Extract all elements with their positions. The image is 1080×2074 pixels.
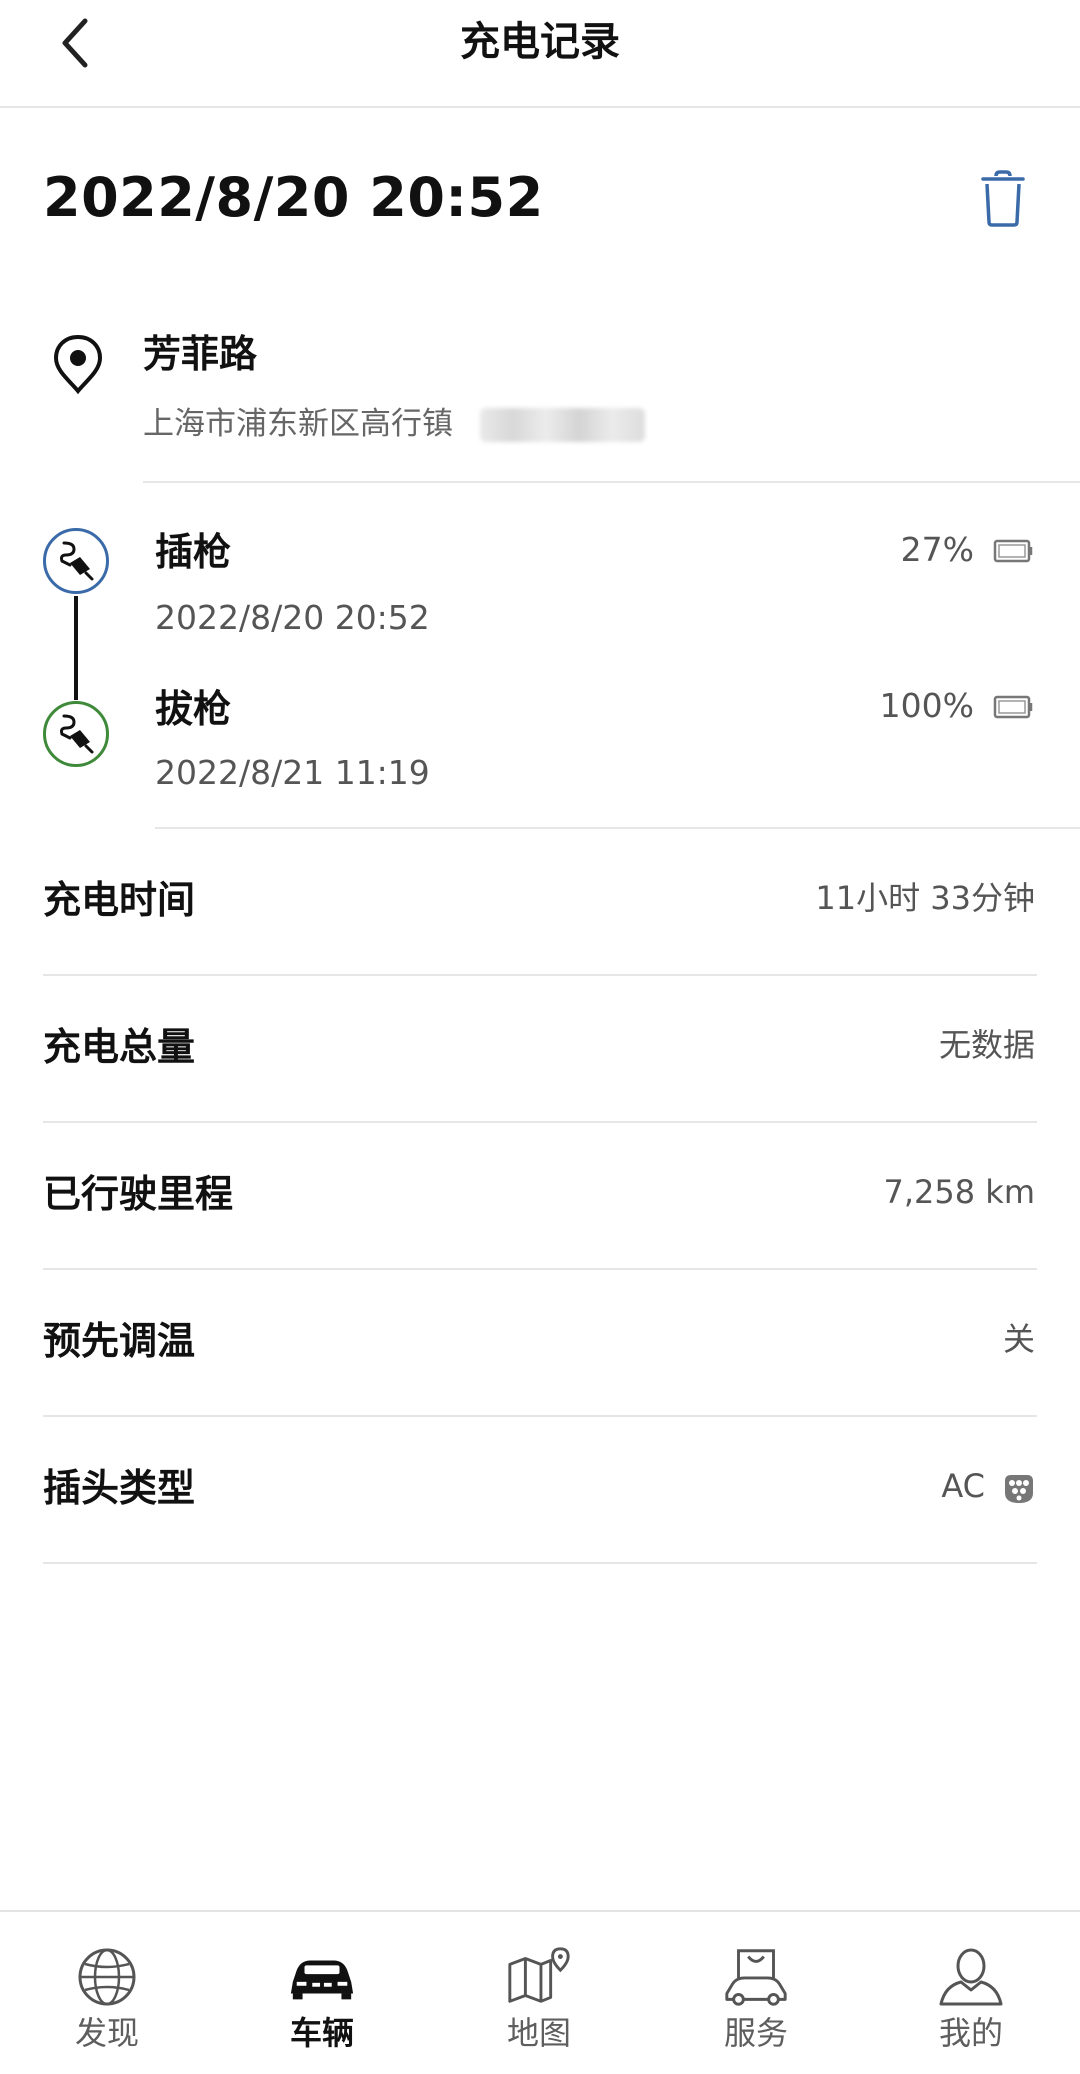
tab-service[interactable]: 服务 <box>686 1944 826 2068</box>
detail-row-charging-duration: 充电时间 11小时 33分钟 <box>43 829 1037 976</box>
detail-row-mileage: 已行驶里程 7,258 km <box>43 1123 1037 1270</box>
detail-label: 充电时间 <box>43 878 196 922</box>
delete-button[interactable] <box>970 166 1036 232</box>
plug-out-time: 2022/8/21 11:19 <box>155 753 430 792</box>
page-title: 充电记录 <box>460 19 620 65</box>
tab-label: 发现 <box>74 2014 139 2052</box>
bottom-tab-bar: 发现 车辆 地图 服务 我的 <box>0 1910 1080 2074</box>
detail-value: 11小时 33分钟 <box>815 879 1035 917</box>
plug-in-time: 2022/8/20 20:52 <box>155 598 430 637</box>
detail-label: 预先调温 <box>43 1319 196 1363</box>
divider <box>143 481 1080 483</box>
plug-out-icon <box>43 701 109 767</box>
detail-label: 已行驶里程 <box>43 1172 234 1216</box>
profile-icon <box>939 1948 1003 2006</box>
tab-label: 地图 <box>506 2014 571 2052</box>
plug-in-label: 插枪 <box>155 530 232 574</box>
detail-row-plug-type: 插头类型 AC <box>43 1417 1037 1564</box>
detail-value: 关 <box>1002 1320 1035 1358</box>
record-datetime: 2022/8/20 20:52 <box>43 166 544 229</box>
car-icon <box>290 1960 354 2000</box>
battery-icon <box>993 695 1033 719</box>
tab-discover[interactable]: 发现 <box>37 1944 177 2068</box>
detail-label: 充电总量 <box>43 1025 196 1069</box>
charging-record-page: 充电记录 2022/8/20 20:52 芳菲路 上海市浦东新区高行镇 插枪 2… <box>0 0 1080 2074</box>
detail-row-preconditioning: 预先调温 关 <box>43 1270 1037 1417</box>
tab-label: 服务 <box>723 2014 788 2052</box>
location-name: 芳菲路 <box>143 332 258 376</box>
timeline-connector <box>74 596 78 700</box>
tab-label: 我的 <box>938 2014 1003 2052</box>
ac-connector-icon <box>1005 1475 1033 1503</box>
tab-vehicle[interactable]: 车辆 <box>252 1944 392 2068</box>
location-address: 上海市浦东新区高行镇 <box>143 406 453 442</box>
globe-icon <box>78 1948 136 2006</box>
location-pin-icon <box>53 334 103 395</box>
service-icon <box>725 1949 787 2006</box>
plug-out-battery: 100% <box>879 686 974 725</box>
map-icon <box>508 1947 570 2003</box>
detail-label: 插头类型 <box>43 1466 196 1510</box>
detail-value: 7,258 km <box>883 1173 1035 1211</box>
trash-icon <box>981 170 1025 227</box>
battery-icon <box>993 539 1033 563</box>
detail-row-charged-energy: 充电总量 无数据 <box>43 976 1037 1123</box>
tab-map[interactable]: 地图 <box>469 1944 609 2068</box>
tab-label: 车辆 <box>289 2014 354 2052</box>
plug-in-battery: 27% <box>900 530 974 569</box>
redacted-address <box>480 408 645 442</box>
detail-value: AC <box>941 1467 985 1505</box>
plug-in-icon <box>43 528 109 594</box>
tab-profile[interactable]: 我的 <box>901 1944 1041 2068</box>
detail-value: 无数据 <box>938 1026 1035 1064</box>
plug-out-label: 拔枪 <box>155 687 232 731</box>
top-bar: 充电记录 <box>0 0 1080 108</box>
